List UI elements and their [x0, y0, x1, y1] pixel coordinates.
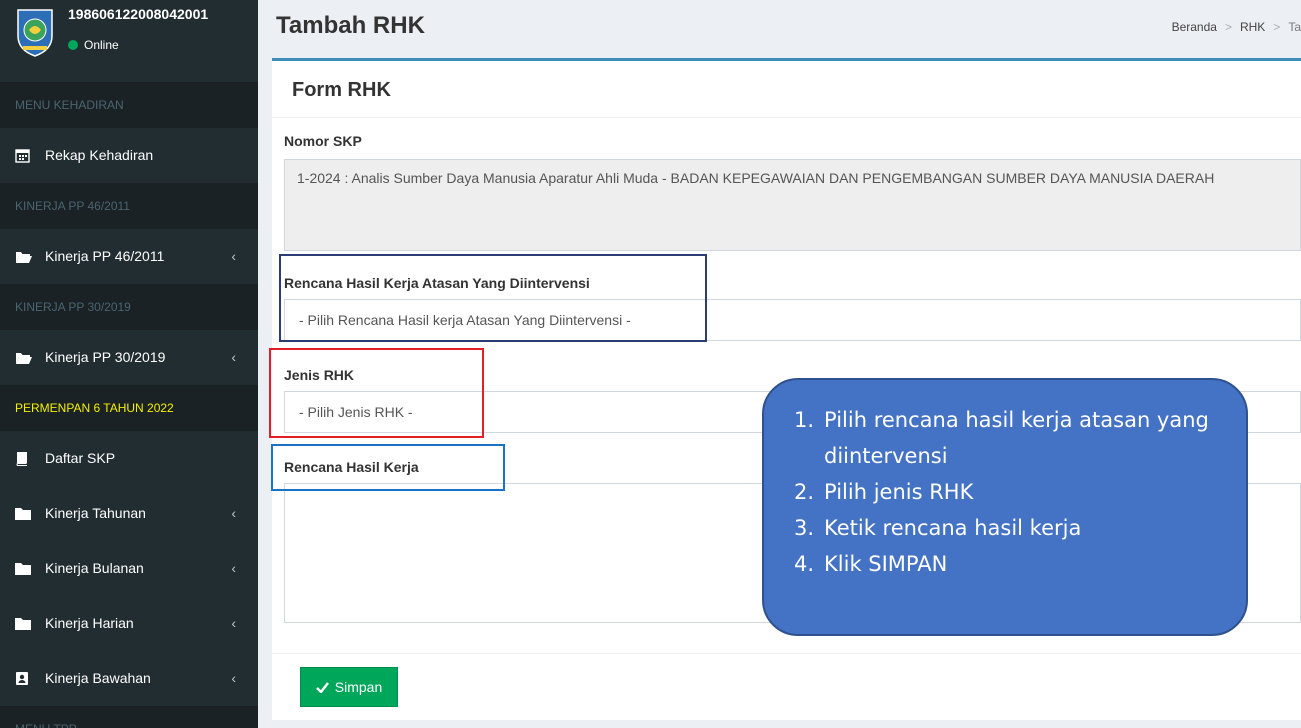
- sidebar-item-kinerja-pp-30[interactable]: Kinerja PP 30/2019 ‹: [0, 330, 258, 385]
- sidebar-item-label: Kinerja Harian: [45, 615, 134, 631]
- instruction-step: 4. Klik SIMPAN: [794, 546, 1226, 582]
- jenis-rhk-label: Jenis RHK: [284, 367, 355, 383]
- folder-icon: [15, 562, 37, 575]
- sidebar-item-label: Kinerja Bawahan: [45, 670, 151, 686]
- sidebar-item-label: Kinerja PP 46/2011: [45, 248, 165, 264]
- calendar-icon: [15, 148, 37, 163]
- sidebar-header-permenpan: PERMENPAN 6 TAHUN 2022: [0, 385, 258, 431]
- sidebar: 198606122008042001 Online MENU KEHADIRAN…: [0, 0, 258, 728]
- rhk-atasan-select[interactable]: - Pilih Rencana Hasil kerja Atasan Yang …: [284, 299, 1301, 341]
- jenis-rhk-placeholder: - Pilih Jenis RHK -: [299, 404, 413, 420]
- instruction-step: 1. Pilih rencana hasil kerja atasan yang …: [794, 402, 1226, 474]
- sidebar-item-kinerja-tahunan[interactable]: Kinerja Tahunan ‹: [0, 486, 258, 541]
- instruction-step-text: Ketik rencana hasil kerja: [824, 516, 1082, 540]
- breadcrumb-separator: >: [1273, 20, 1281, 34]
- sidebar-header-kinerja-pp-46: KINERJA PP 46/2011: [0, 183, 258, 229]
- chevron-left-icon: ‹: [231, 505, 236, 521]
- book-icon: [15, 451, 37, 466]
- sidebar-item-label: Kinerja Tahunan: [45, 505, 146, 521]
- folder-icon: [15, 617, 37, 630]
- chevron-left-icon: ‹: [231, 560, 236, 576]
- breadcrumb-current: Ta: [1288, 20, 1301, 34]
- user-panel: 198606122008042001 Online: [0, 0, 258, 82]
- divider: [272, 117, 1301, 118]
- sidebar-item-label: Daftar SKP: [45, 450, 116, 466]
- save-button[interactable]: Simpan: [300, 667, 398, 707]
- instruction-step: 2. Pilih jenis RHK: [794, 474, 1226, 510]
- sidebar-item-kinerja-harian[interactable]: Kinerja Harian ‹: [0, 596, 258, 651]
- online-indicator-icon: [68, 40, 78, 50]
- chevron-left-icon: ‹: [231, 248, 236, 264]
- instruction-step-text: Pilih jenis RHK: [824, 480, 974, 504]
- folder-open-icon: [15, 250, 37, 264]
- user-status: Online: [68, 38, 119, 52]
- rhk-label: Rencana Hasil Kerja: [284, 459, 419, 475]
- government-logo-icon: [17, 9, 53, 57]
- check-icon: [315, 681, 329, 693]
- chevron-left-icon: ‹: [231, 615, 236, 631]
- user-id: 198606122008042001: [68, 6, 209, 22]
- instruction-step-text: Klik SIMPAN: [824, 552, 948, 576]
- sidebar-item-rekap-kehadiran[interactable]: Rekap Kehadiran: [0, 128, 258, 183]
- folder-open-icon: [15, 351, 37, 365]
- sidebar-item-label: Rekap Kehadiran: [45, 147, 154, 163]
- sidebar-item-label: Kinerja Bulanan: [45, 560, 144, 576]
- breadcrumb-rhk[interactable]: RHK: [1240, 20, 1265, 34]
- rhk-atasan-placeholder: - Pilih Rencana Hasil kerja Atasan Yang …: [299, 312, 631, 328]
- chevron-left-icon: ‹: [231, 349, 236, 365]
- breadcrumb-beranda[interactable]: Beranda: [1172, 20, 1217, 34]
- sidebar-header-kinerja-pp-30: KINERJA PP 30/2019: [0, 284, 258, 330]
- folder-icon: [15, 507, 37, 520]
- save-button-label: Simpan: [334, 679, 383, 695]
- form-title: Form RHK: [292, 79, 391, 101]
- sidebar-item-kinerja-bulanan[interactable]: Kinerja Bulanan ‹: [0, 541, 258, 596]
- instruction-step: 3. Ketik rencana hasil kerja: [794, 510, 1226, 546]
- user-status-label: Online: [84, 38, 119, 52]
- instruction-list: 1. Pilih rencana hasil kerja atasan yang …: [794, 402, 1226, 582]
- contact-book-icon: [15, 671, 37, 686]
- instruction-callout: 1. Pilih rencana hasil kerja atasan yang …: [762, 378, 1248, 636]
- sidebar-item-label: Kinerja PP 30/2019: [45, 349, 166, 365]
- rhk-atasan-label: Rencana Hasil Kerja Atasan Yang Diinterv…: [284, 275, 590, 291]
- sidebar-header-menu-tpp: MENU TPP: [0, 706, 258, 728]
- sidebar-item-daftar-skp[interactable]: Daftar SKP: [0, 431, 258, 486]
- nomor-skp-field: 1-2024 : Analis Sumber Daya Manusia Apar…: [284, 159, 1301, 251]
- sidebar-item-kinerja-pp-46[interactable]: Kinerja PP 46/2011 ‹: [0, 229, 258, 284]
- sidebar-item-kinerja-bawahan[interactable]: Kinerja Bawahan ‹: [0, 651, 258, 706]
- divider: [272, 653, 1301, 654]
- breadcrumb-separator: >: [1224, 20, 1232, 34]
- chevron-left-icon: ‹: [231, 670, 236, 686]
- nomor-skp-label: Nomor SKP: [284, 133, 362, 149]
- instruction-step-text: Pilih rencana hasil kerja atasan yang di…: [824, 408, 1209, 468]
- breadcrumb: Beranda > RHK > Ta: [1172, 20, 1301, 34]
- sidebar-header-menu-kehadiran: MENU KEHADIRAN: [0, 82, 258, 128]
- page-title: Tambah RHK: [276, 12, 425, 39]
